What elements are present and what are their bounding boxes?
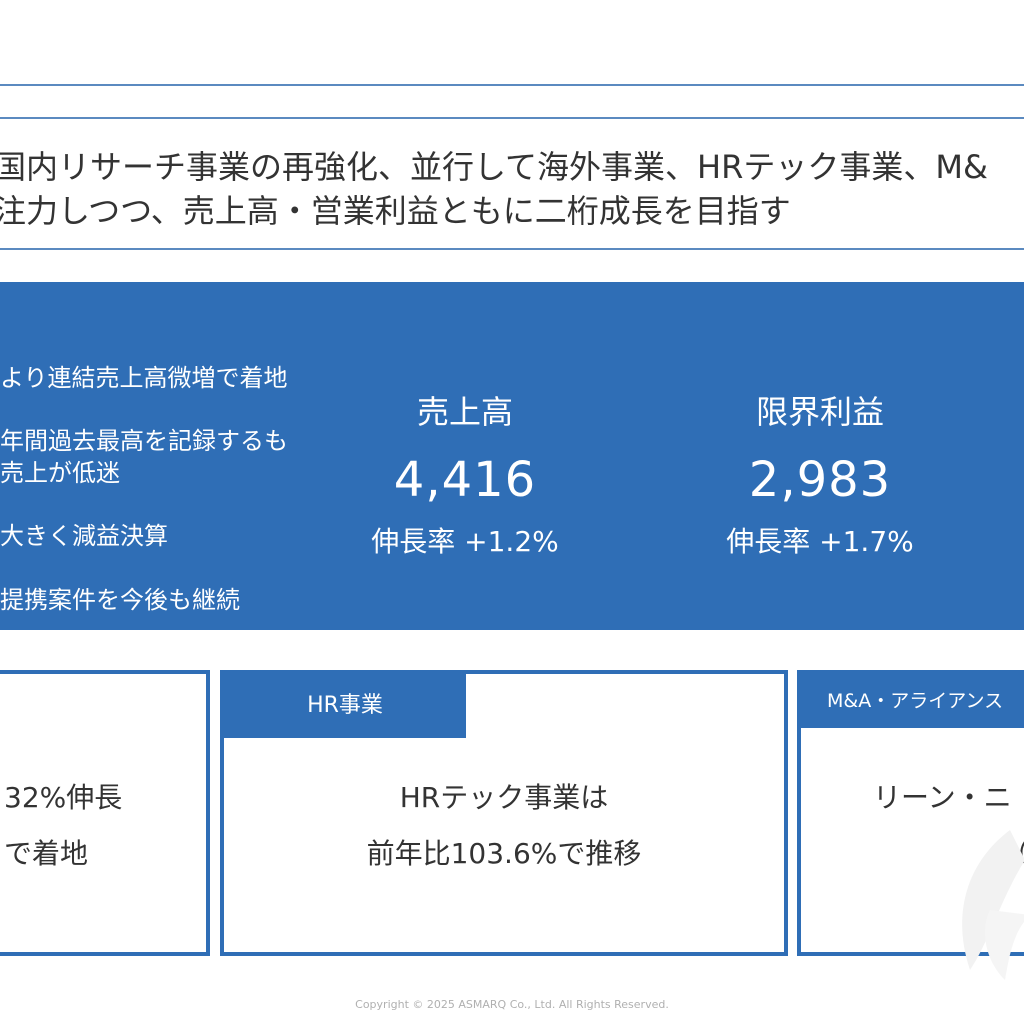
banner-bullet: 年間過去最高を記録するも [0, 427, 288, 455]
kpi-sales: 売上高 4,416 伸長率 +1.2% [325, 392, 605, 560]
lead-line-1: 国内リサーチ事業の再強化、並行して海外事業、HRテック事業、M& [0, 148, 988, 186]
banner-bullet: 大きく減益決算 [0, 522, 168, 550]
card-hr-tab: HR事業 [224, 674, 466, 738]
card-ma-line-1: リーン・ニ [873, 781, 1012, 814]
card-hr-line-1: HRテック事業は [399, 781, 609, 814]
kpi-sales-value: 4,416 [393, 452, 537, 508]
results-banner: より連結売上高微増で着地 年間過去最高を記録するも 売上が低迷 大きく減益決算 … [0, 282, 1024, 630]
lead-box-bottom-border [0, 248, 1024, 250]
kpi-sales-growth: 伸長率 +1.2% [371, 525, 559, 558]
banner-bullet: 提携案件を今後も継続 [0, 586, 240, 614]
banner-bullet: より連結売上高微増で着地 [0, 364, 288, 392]
card-left: 32%伸長 で着地 [0, 670, 210, 956]
card-left-line-1: 32%伸長 [4, 781, 123, 814]
kpi-marginal-profit-growth: 伸長率 +1.7% [726, 525, 914, 558]
kpi-marginal-profit-value: 2,983 [748, 452, 892, 508]
lead-line-2: 注力しつつ、売上高・営業利益ともに二桁成長を目指す [0, 192, 791, 230]
logo-watermark-icon [962, 830, 1024, 980]
card-hr-line-2: 前年比103.6%で推移 [366, 837, 642, 870]
card-ma-tab: M&A・アライアンス [801, 674, 1024, 728]
kpi-marginal-profit: 限界利益 2,983 伸長率 +1.7% [680, 392, 960, 560]
lead-box-top-border [0, 117, 1024, 119]
kpi-marginal-profit-label: 限界利益 [755, 393, 884, 431]
kpi-sales-label: 売上高 [416, 393, 513, 431]
top-divider [0, 84, 1024, 86]
copyright-footer: Copyright © 2025 ASMARQ Co., Ltd. All Ri… [355, 998, 669, 1011]
card-left-line-2: で着地 [4, 837, 89, 870]
banner-bullet: 売上が低迷 [0, 459, 120, 487]
lead-statement: 国内リサーチ事業の再強化、並行して海外事業、HRテック事業、M& 注力しつつ、売… [0, 145, 994, 233]
card-hr: HR事業 HRテック事業は 前年比103.6%で推移 [220, 670, 788, 956]
